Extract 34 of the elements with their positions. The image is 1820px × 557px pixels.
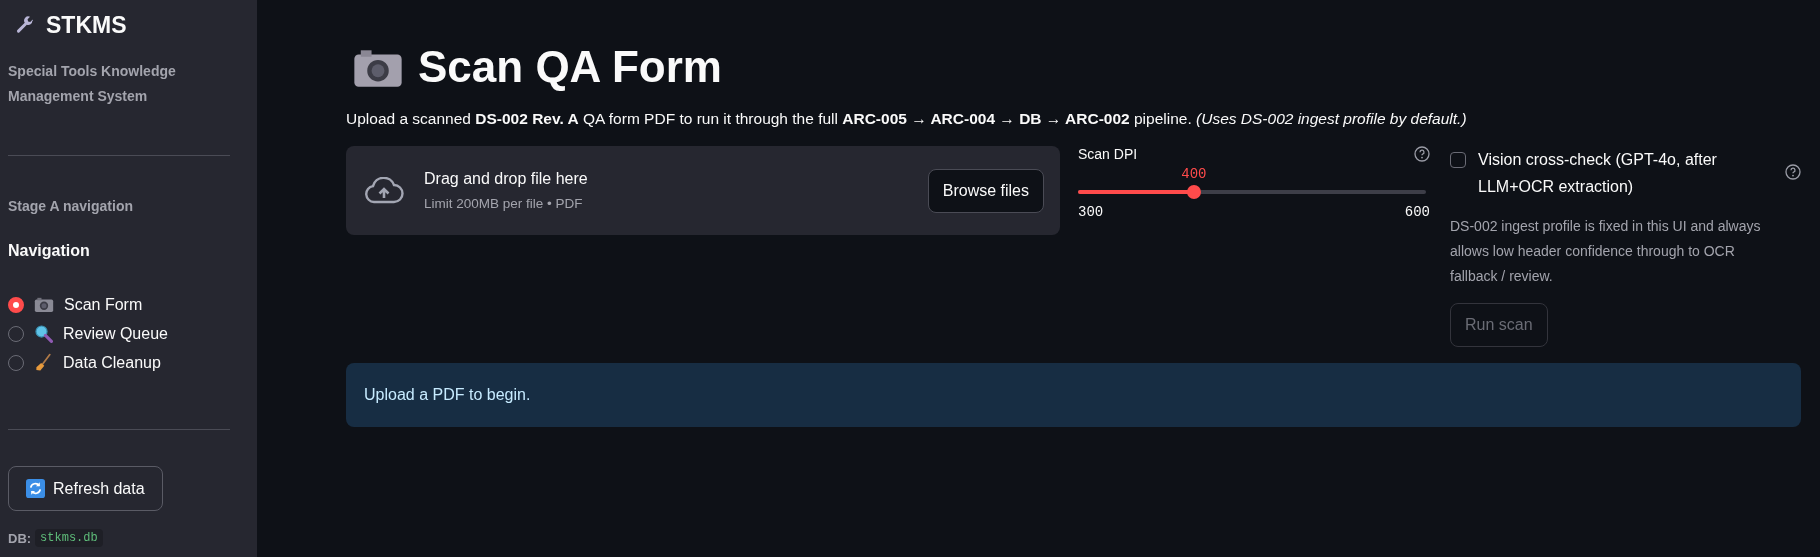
help-icon <box>1785 164 1801 180</box>
slider-max: 600 <box>1404 204 1430 220</box>
page-title: Scan QA Form <box>418 42 722 92</box>
checkbox[interactable] <box>1450 152 1466 168</box>
refresh-button[interactable]: Refresh data <box>8 466 163 511</box>
section-caption: Stage A navigation <box>8 198 134 214</box>
slider-min: 300 <box>1078 204 1104 220</box>
app-title: STKMS <box>46 12 127 39</box>
upload-cloud-icon <box>364 176 404 205</box>
radio-button[interactable] <box>8 296 24 313</box>
slider-value: 400 <box>1181 166 1207 182</box>
checkbox-label[interactable]: Vision cross-check (GPT-4o, after LLM+OCR extraction) <box>1478 146 1768 200</box>
nav-item-label[interactable]: Scan Form <box>64 295 143 314</box>
app-subtitle: Special Tools Knowledge Management System <box>8 62 177 106</box>
browse-button[interactable]: Browse files <box>927 168 1044 213</box>
dropzone-limit: Limit 200MB per file • PDF <box>424 196 584 211</box>
nav-heading: Navigation <box>8 242 91 260</box>
broom-icon <box>34 353 53 372</box>
refresh-icon <box>26 479 45 498</box>
nav-item-label[interactable]: Review Queue <box>63 324 168 343</box>
camera-icon <box>34 296 54 313</box>
db-label: DB: <box>8 530 32 546</box>
db-name: stkms.db <box>35 529 103 547</box>
nav-item-label[interactable]: Data Cleanup <box>63 353 161 372</box>
info-message: Upload a PDF to begin. <box>364 386 531 404</box>
profile-note: DS-002 ingest profile is fixed in this UI and always allows low header confidence through to OCR fallback / review. <box>1450 217 1762 286</box>
dropzone-prompt: Drag and drop file here <box>424 170 589 188</box>
page-description: Upload a scanned DS-002 Rev. A QA form PDF to run it through the full ARC-005 → ARC-004 → DB → ARC-002 pipeline. (Uses DS-002 ingest profile by default.) <box>346 110 1468 128</box>
file-dropzone[interactable]: Drag and drop file here Limit 200MB per file • PDF Browse files <box>346 146 1060 235</box>
slider-label: Scan DPI <box>1078 146 1138 162</box>
slider-track[interactable] <box>1078 190 1426 194</box>
slider-thumb[interactable] <box>1186 185 1201 199</box>
magnifier-icon <box>34 324 53 343</box>
help-icon <box>1414 146 1430 162</box>
